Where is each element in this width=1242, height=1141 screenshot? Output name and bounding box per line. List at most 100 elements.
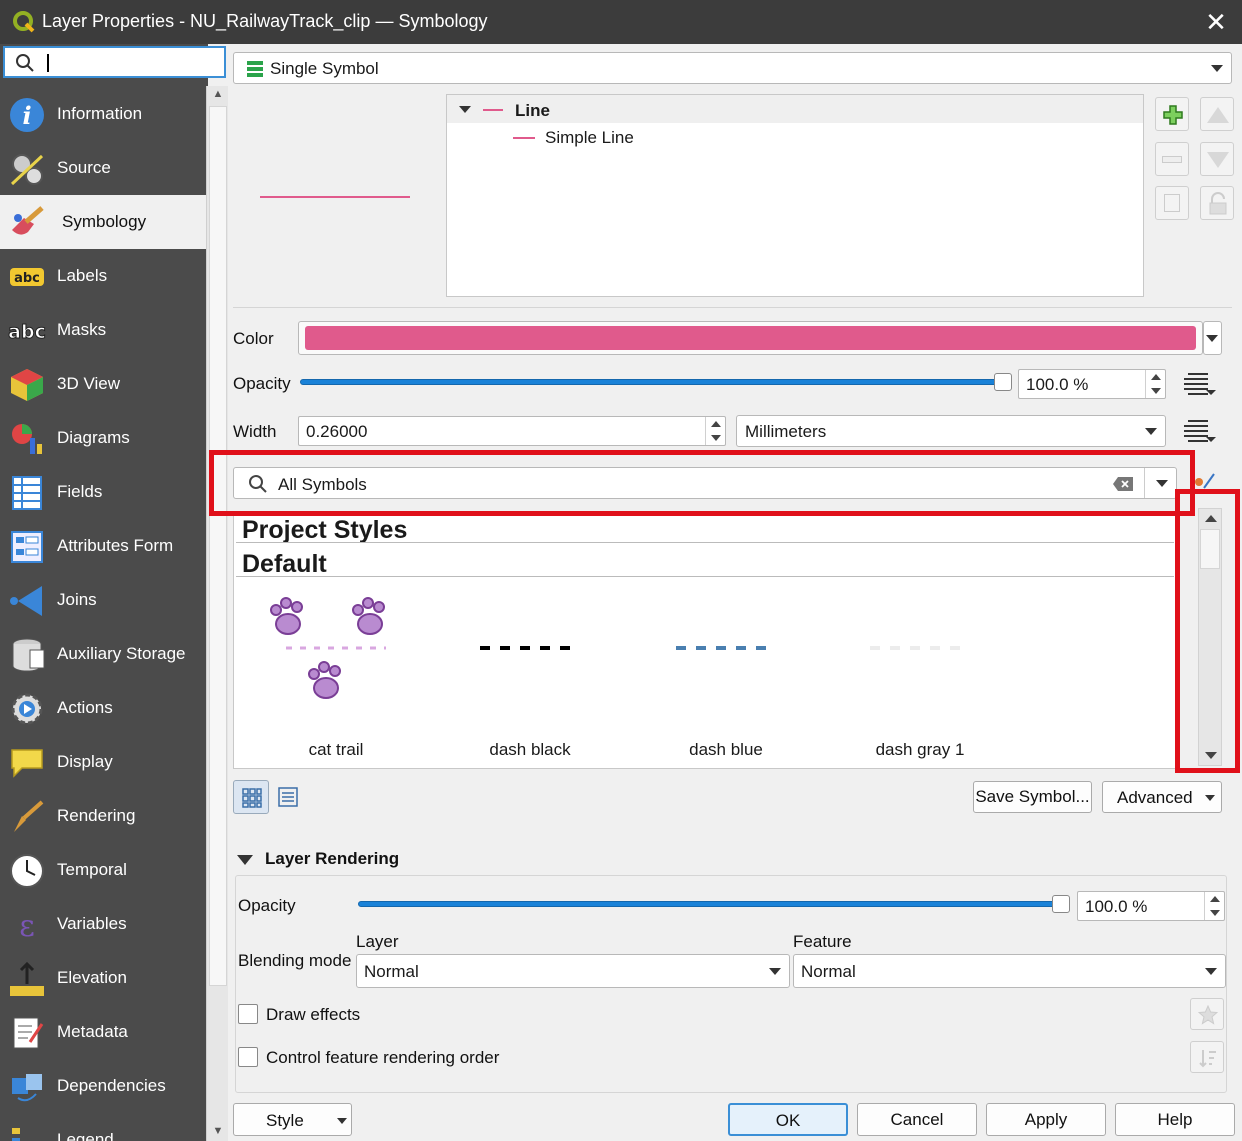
color-swatch (305, 326, 1196, 350)
lr-opacity-spinbox[interactable]: 100.0 % (1077, 891, 1225, 921)
scroll-up-icon[interactable]: ▲ (210, 88, 226, 102)
color-button[interactable] (298, 321, 1203, 355)
symbol-layer-tree[interactable]: Line Simple Line (446, 94, 1144, 297)
remove-layer-button[interactable] (1155, 142, 1189, 176)
add-layer-button[interactable] (1155, 97, 1189, 131)
lr-opacity-label: Opacity (238, 896, 296, 915)
metadata-icon (13, 1017, 44, 1049)
sidebar-item-dependencies[interactable]: Dependencies (0, 1059, 206, 1113)
sidebar-item-label: Actions (57, 698, 113, 717)
sort-icon (1199, 1050, 1216, 1068)
save-symbol-button[interactable]: Save Symbol... (973, 781, 1092, 813)
sidebar-item-labels[interactable]: abc Labels (0, 249, 206, 303)
data-defined-override-icon[interactable] (1180, 370, 1216, 398)
svg-text:i: i (22, 101, 31, 130)
sidebar-item-symbology[interactable]: Symbology (0, 195, 206, 249)
tree-root-label: Line (515, 101, 550, 120)
width-label: Width (233, 422, 277, 441)
move-down-button[interactable] (1200, 142, 1234, 176)
icon-view-button[interactable] (233, 780, 269, 814)
unit-select[interactable]: Millimeters (736, 415, 1166, 447)
tree-row-line[interactable] (447, 95, 1143, 123)
blend-feature-select[interactable]: Normal (793, 954, 1226, 988)
group-header: Project Styles (242, 516, 408, 544)
symbol-name: dash gray 1 (875, 740, 965, 759)
fields-icon (12, 476, 42, 510)
opacity-slider[interactable] (300, 379, 1012, 385)
duplicate-layer-button[interactable] (1155, 186, 1189, 220)
sidebar-item-temporal[interactable]: Temporal (0, 843, 206, 897)
sidebar-item-source[interactable]: Source (0, 141, 206, 195)
sidebar-item-display[interactable]: Display (0, 735, 206, 789)
draw-effects-label: Draw effects (266, 1005, 361, 1024)
opacity-spinbox[interactable]: 100.0 % (1018, 369, 1166, 399)
sidebar-item-actions[interactable]: Actions (0, 681, 206, 735)
chevron-down-icon (1145, 428, 1157, 435)
sidebar-item-joins[interactable]: Joins (0, 573, 206, 627)
ok-button[interactable]: OK (728, 1103, 848, 1136)
symbol-list[interactable]: Project Styles Default cat trail dash bl… (233, 513, 1177, 769)
order-settings-button[interactable] (1190, 1041, 1224, 1073)
blend-layer-select[interactable]: Normal (356, 954, 790, 988)
move-up-button[interactable] (1200, 97, 1234, 131)
sidebar-item-masks[interactable]: abc Masks (0, 303, 206, 357)
sidebar-item-label: Joins (57, 590, 97, 609)
draw-effects-checkbox[interactable] (238, 1004, 258, 1024)
width-spinbox[interactable]: 0.26000 (298, 416, 726, 446)
sidebar-item-auxiliary-storage[interactable]: Auxiliary Storage (0, 627, 206, 681)
style-button[interactable]: Style (233, 1103, 352, 1136)
cancel-button[interactable]: Cancel (857, 1103, 977, 1136)
help-button[interactable]: Help (1115, 1103, 1235, 1136)
color-dropdown-button[interactable] (1203, 321, 1222, 355)
expand-icon[interactable] (459, 106, 471, 113)
scroll-down-icon[interactable]: ▼ (210, 1125, 226, 1139)
scroll-thumb[interactable] (209, 106, 227, 986)
sidebar-item-label: Information (57, 104, 143, 123)
tree-child-label[interactable]: Simple Line (545, 128, 634, 148)
sidebar-item-information[interactable]: i Information (0, 87, 206, 141)
collapse-icon[interactable] (237, 855, 253, 865)
sidebar-item-fields[interactable]: Fields (0, 465, 206, 519)
opacity-slider-handle[interactable] (994, 373, 1012, 391)
sidebar-item-elevation[interactable]: Elevation (0, 951, 206, 1005)
simple-line-swatch-icon (513, 137, 535, 139)
blend-layer-value: Normal (364, 962, 419, 981)
divider (233, 307, 1232, 308)
masks-icon: abc (8, 321, 46, 344)
style-label: Style (266, 1111, 304, 1130)
symbol-name: cat trail (308, 740, 364, 759)
symbol-item[interactable]: dash gray 1 (830, 586, 1010, 768)
dash-gray-icon (870, 646, 962, 650)
color-label: Color (233, 329, 274, 348)
sidebar-item-label: Display (57, 752, 113, 771)
advanced-button[interactable]: Advanced (1102, 781, 1222, 813)
sidebar-item-label: Metadata (57, 1022, 128, 1041)
apply-button[interactable]: Apply (986, 1103, 1106, 1136)
lr-opacity-slider-handle[interactable] (1052, 895, 1070, 913)
sidebar-item-legend[interactable]: Legend (0, 1113, 206, 1141)
sidebar-item-label: Auxiliary Storage (57, 644, 186, 663)
symbol-item[interactable]: dash blue (636, 586, 816, 768)
sidebar-item-attributes-form[interactable]: Attributes Form (0, 519, 206, 573)
cat-trail-icon (270, 597, 386, 699)
renderer-select[interactable]: Single Symbol (233, 52, 1232, 84)
sidebar-item-rendering[interactable]: Rendering (0, 789, 206, 843)
effects-button[interactable] (1190, 998, 1224, 1030)
lock-layer-button[interactable] (1200, 186, 1234, 220)
sidebar-item-metadata[interactable]: Metadata (0, 1005, 206, 1059)
sidebar-item-label: Fields (57, 482, 103, 501)
symbol-item[interactable]: dash black (440, 586, 620, 768)
control-order-checkbox[interactable] (238, 1047, 258, 1067)
list-view-icon[interactable] (278, 787, 298, 807)
layer-rendering-header[interactable]: Layer Rendering (265, 849, 399, 869)
symbol-item[interactable]: cat trail (246, 586, 426, 768)
sidebar-item-variables[interactable]: ε Variables (0, 897, 206, 951)
close-icon[interactable]: ✕ (1198, 6, 1234, 38)
sidebar-item-3d-view[interactable]: 3D View (0, 357, 206, 411)
sidebar-item-diagrams[interactable]: Diagrams (0, 411, 206, 465)
lr-opacity-slider[interactable] (358, 901, 1070, 907)
opacity-value: 100.0 % (1026, 375, 1089, 394)
sidebar-scrollbar[interactable]: ▲ ▼ (206, 86, 228, 1141)
sidebar-search-input[interactable] (3, 46, 226, 78)
data-defined-override-icon[interactable] (1180, 417, 1216, 445)
